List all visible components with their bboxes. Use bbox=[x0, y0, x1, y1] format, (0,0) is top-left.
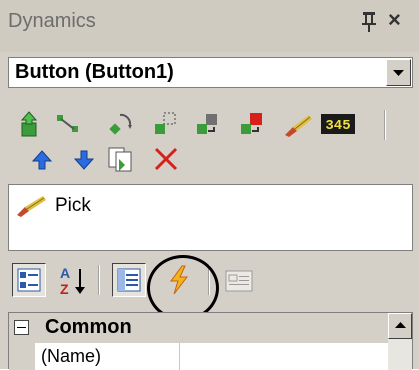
move-icon[interactable] bbox=[194, 111, 220, 137]
value-display-icon[interactable]: 345 bbox=[321, 114, 355, 134]
copy-icon[interactable] bbox=[107, 145, 135, 173]
properties-button[interactable] bbox=[112, 263, 146, 297]
property-row-gutter bbox=[9, 343, 35, 370]
dynamics-list: Pick bbox=[8, 184, 413, 251]
categorized-icon bbox=[17, 268, 41, 292]
connect-icon[interactable] bbox=[55, 111, 81, 137]
chevron-up-icon bbox=[395, 322, 406, 328]
properties-icon bbox=[117, 268, 141, 292]
rotate-icon[interactable] bbox=[108, 111, 134, 137]
delete-icon[interactable] bbox=[152, 145, 180, 173]
close-icon[interactable]: × bbox=[388, 8, 401, 32]
categorized-button[interactable] bbox=[12, 263, 46, 297]
property-toolbar-separator bbox=[98, 265, 100, 295]
object-selector[interactable]: Button (Button1) bbox=[8, 57, 413, 88]
svg-text:A: A bbox=[60, 265, 70, 281]
dynamics-item-label: Pick bbox=[55, 195, 91, 216]
move-up-icon[interactable] bbox=[29, 147, 55, 173]
category-label: Common bbox=[45, 316, 132, 338]
dynamics-list-item[interactable]: Pick bbox=[15, 193, 405, 219]
value-display-text: 345 bbox=[325, 118, 350, 134]
toolbar-separator bbox=[384, 110, 386, 140]
alphabetical-icon: A Z bbox=[60, 265, 85, 297]
object-selector-value: Button (Button1) bbox=[15, 61, 174, 83]
pushpin-icon[interactable] bbox=[358, 10, 380, 34]
panel-titlebar: Dynamics × bbox=[0, 0, 419, 52]
dropdown-arrow-button[interactable] bbox=[386, 59, 411, 86]
chevron-down-icon bbox=[393, 70, 404, 76]
select-region-icon[interactable] bbox=[152, 111, 178, 137]
collapse-toggle-icon[interactable] bbox=[14, 320, 29, 335]
vertical-scrollbar[interactable] bbox=[388, 313, 412, 370]
move-down-icon[interactable] bbox=[71, 147, 97, 173]
category-row-common[interactable]: Common bbox=[9, 313, 389, 343]
svg-text:Z: Z bbox=[60, 281, 69, 297]
alphabetical-button[interactable]: A Z bbox=[56, 263, 90, 297]
property-grid: Common (Name) bbox=[8, 312, 413, 370]
delete-object-icon[interactable] bbox=[238, 111, 264, 137]
scroll-up-button[interactable] bbox=[388, 313, 412, 339]
property-column-divider bbox=[179, 343, 180, 370]
pick-icon[interactable] bbox=[283, 111, 313, 137]
property-name: (Name) bbox=[41, 346, 102, 366]
property-row-name[interactable]: (Name) bbox=[9, 343, 389, 370]
add-dynamic-icon[interactable] bbox=[16, 111, 42, 137]
pick-icon bbox=[17, 196, 46, 217]
dynamics-panel: Dynamics × Button (Button1) 345 Pick A Z… bbox=[0, 0, 419, 370]
property-pages-icon bbox=[225, 270, 253, 292]
panel-title: Dynamics bbox=[8, 10, 96, 32]
property-pages-button[interactable] bbox=[222, 263, 256, 297]
